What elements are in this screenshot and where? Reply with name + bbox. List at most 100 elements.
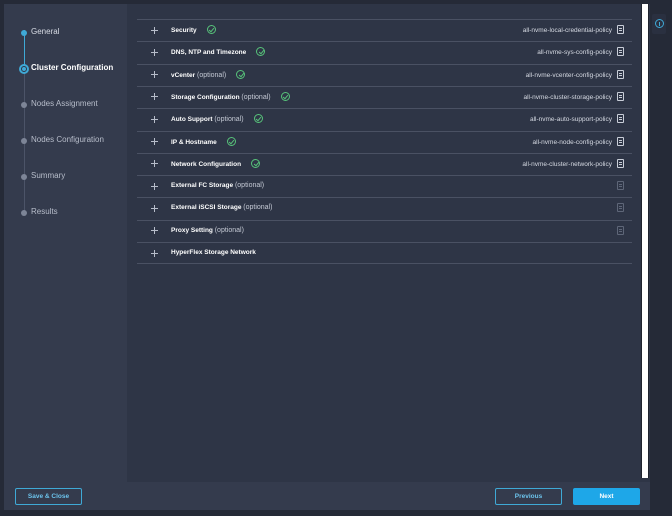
optional-tag: (optional) xyxy=(214,226,244,234)
section-name: vCenter xyxy=(171,71,196,79)
policy-document-icon xyxy=(617,181,624,191)
policy-document-icon[interactable] xyxy=(617,91,624,101)
check-circle-icon xyxy=(251,158,261,168)
step-label: Nodes Assignment xyxy=(31,99,98,108)
step-label: Nodes Configuration xyxy=(31,135,104,144)
step-indicator-icon xyxy=(21,138,27,144)
expand-plus-icon[interactable] xyxy=(151,114,161,124)
expand-plus-icon[interactable] xyxy=(151,47,161,57)
optional-tag: (optional) xyxy=(214,116,244,124)
section-title: HyperFlex Storage Network xyxy=(171,249,256,256)
section-row-storage-configuration[interactable]: Storage Configuration (optional) all-nvme… xyxy=(137,85,632,108)
optional-tag: (optional) xyxy=(241,94,271,102)
scrollbar-thumb[interactable] xyxy=(642,4,648,478)
section-title: Proxy Setting (optional) xyxy=(171,227,244,234)
policy-document-icon[interactable] xyxy=(617,158,624,168)
expand-plus-icon[interactable] xyxy=(151,137,161,147)
section-title: External FC Storage (optional) xyxy=(171,182,264,189)
policy-name: all-nvme-local-credential-policy xyxy=(522,27,612,34)
step-item-nodes-configuration[interactable]: Nodes Configuration xyxy=(4,132,127,152)
next-button[interactable]: Next xyxy=(573,488,640,505)
policy-document-icon[interactable] xyxy=(617,69,624,79)
info-icon xyxy=(655,19,664,28)
help-button[interactable] xyxy=(652,14,666,34)
section-title: Network Configuration xyxy=(171,158,261,169)
section-name: Security xyxy=(171,27,197,35)
section-row-proxy-setting[interactable]: Proxy Setting (optional) xyxy=(137,219,632,242)
policy-name: all-nvme-cluster-network-policy xyxy=(522,160,612,168)
policy-document-icon[interactable] xyxy=(617,47,624,57)
section-row-network-configuration[interactable]: Network Configuration all-nvme-cluster-ne… xyxy=(137,152,632,175)
check-circle-icon xyxy=(226,136,236,146)
section-row-security[interactable]: Security all-nvme-local-credential-policy xyxy=(137,19,632,41)
optional-tag: (optional) xyxy=(243,204,273,212)
expand-plus-icon[interactable] xyxy=(151,248,161,258)
expand-plus-icon[interactable] xyxy=(151,181,161,191)
section-row-external-fc-storage[interactable]: External FC Storage (optional) xyxy=(137,175,632,197)
policy-document-icon xyxy=(617,225,624,235)
section-row-dns-ntp-and-timezone[interactable]: DNS, NTP and Timezone all-nvme-sys-config… xyxy=(137,41,632,63)
section-name: Network Configuration xyxy=(171,161,242,169)
section-title: DNS, NTP and Timezone xyxy=(171,47,266,57)
step-label: General xyxy=(31,27,60,36)
policy-document-icon[interactable] xyxy=(617,25,624,34)
expand-plus-icon[interactable] xyxy=(151,92,161,102)
expand-plus-icon[interactable] xyxy=(151,203,161,213)
step-label: Cluster Configuration xyxy=(31,63,114,72)
section-row-vcenter[interactable]: vCenter (optional) all-nvme-vcenter-confi… xyxy=(137,63,632,86)
section-name: Auto Support xyxy=(171,116,213,124)
expand-plus-icon[interactable] xyxy=(151,226,161,236)
section-row-hyperflex-storage-network[interactable]: HyperFlex Storage Network xyxy=(137,242,632,264)
step-item-nodes-assignment[interactable]: Nodes Assignment xyxy=(4,96,127,116)
section-name: Proxy Setting xyxy=(171,226,213,234)
step-item-summary[interactable]: Summary xyxy=(4,168,127,188)
step-indicator-icon xyxy=(19,64,29,74)
save-close-button[interactable]: Save & Close xyxy=(15,488,82,505)
section-row-auto-support[interactable]: Auto Support (optional) all-nvme-auto-sup… xyxy=(137,108,632,130)
section-row-external-iscsi-storage[interactable]: External iSCSI Storage (optional) xyxy=(137,197,632,219)
section-name: Storage Configuration xyxy=(171,94,240,102)
section-row-ip-hostname[interactable]: IP & Hostname all-nvme-node-config-policy xyxy=(137,130,632,153)
policy-name: all-nvme-sys-config-policy xyxy=(537,49,612,57)
policy-name: all-nvme-vcenter-config-policy xyxy=(525,71,612,79)
step-indicator-icon xyxy=(21,210,27,216)
policy-name: all-nvme-node-config-policy xyxy=(532,138,612,146)
section-title: External iSCSI Storage (optional) xyxy=(171,204,272,211)
previous-button[interactable]: Previous xyxy=(495,488,562,505)
check-circle-icon xyxy=(253,114,263,124)
step-label: Summary xyxy=(31,171,66,180)
check-circle-icon xyxy=(280,91,290,101)
step-item-general[interactable]: General xyxy=(4,24,127,44)
section-title: vCenter (optional) xyxy=(171,69,246,80)
section-title: IP & Hostname xyxy=(171,136,236,147)
section-name: External iSCSI Storage xyxy=(171,204,242,212)
policy-document-icon[interactable] xyxy=(617,114,624,124)
section-name: DNS, NTP and Timezone xyxy=(171,49,247,57)
check-circle-icon xyxy=(206,25,216,34)
section-title: Security xyxy=(171,25,216,35)
cluster-configuration-sections: Security all-nvme-local-credential-policy… xyxy=(137,19,633,271)
step-indicator-icon xyxy=(21,174,27,180)
section-name: IP & Hostname xyxy=(171,138,217,146)
optional-tag: (optional) xyxy=(197,71,227,79)
expand-plus-icon[interactable] xyxy=(151,25,161,35)
step-label: Results xyxy=(31,207,58,216)
section-name: HyperFlex Storage Network xyxy=(171,249,256,256)
expand-plus-icon[interactable] xyxy=(151,159,161,169)
wizard-panel: General Cluster Configuration Nodes Assign… xyxy=(4,4,650,482)
policy-document-icon[interactable] xyxy=(617,136,624,146)
wizard-footer: Save & Close Previous Next xyxy=(4,482,650,510)
step-item-results[interactable]: Results xyxy=(4,204,127,224)
step-item-cluster-configuration[interactable]: Cluster Configuration xyxy=(4,60,127,80)
step-list: General Cluster Configuration Nodes Assign… xyxy=(4,4,127,482)
policy-name: all-nvme-cluster-storage-policy xyxy=(523,93,613,101)
steps-sidebar: General Cluster Configuration Nodes Assign… xyxy=(4,4,127,482)
check-circle-icon xyxy=(236,69,246,79)
expand-plus-icon[interactable] xyxy=(151,70,161,80)
check-circle-icon xyxy=(256,47,266,57)
policy-name: all-nvme-auto-support-policy xyxy=(529,116,612,124)
section-title: Storage Configuration (optional) xyxy=(171,91,290,102)
section-title: Auto Support (optional) xyxy=(171,114,263,124)
step-indicator-icon xyxy=(21,30,27,36)
step-indicator-icon xyxy=(21,102,27,108)
